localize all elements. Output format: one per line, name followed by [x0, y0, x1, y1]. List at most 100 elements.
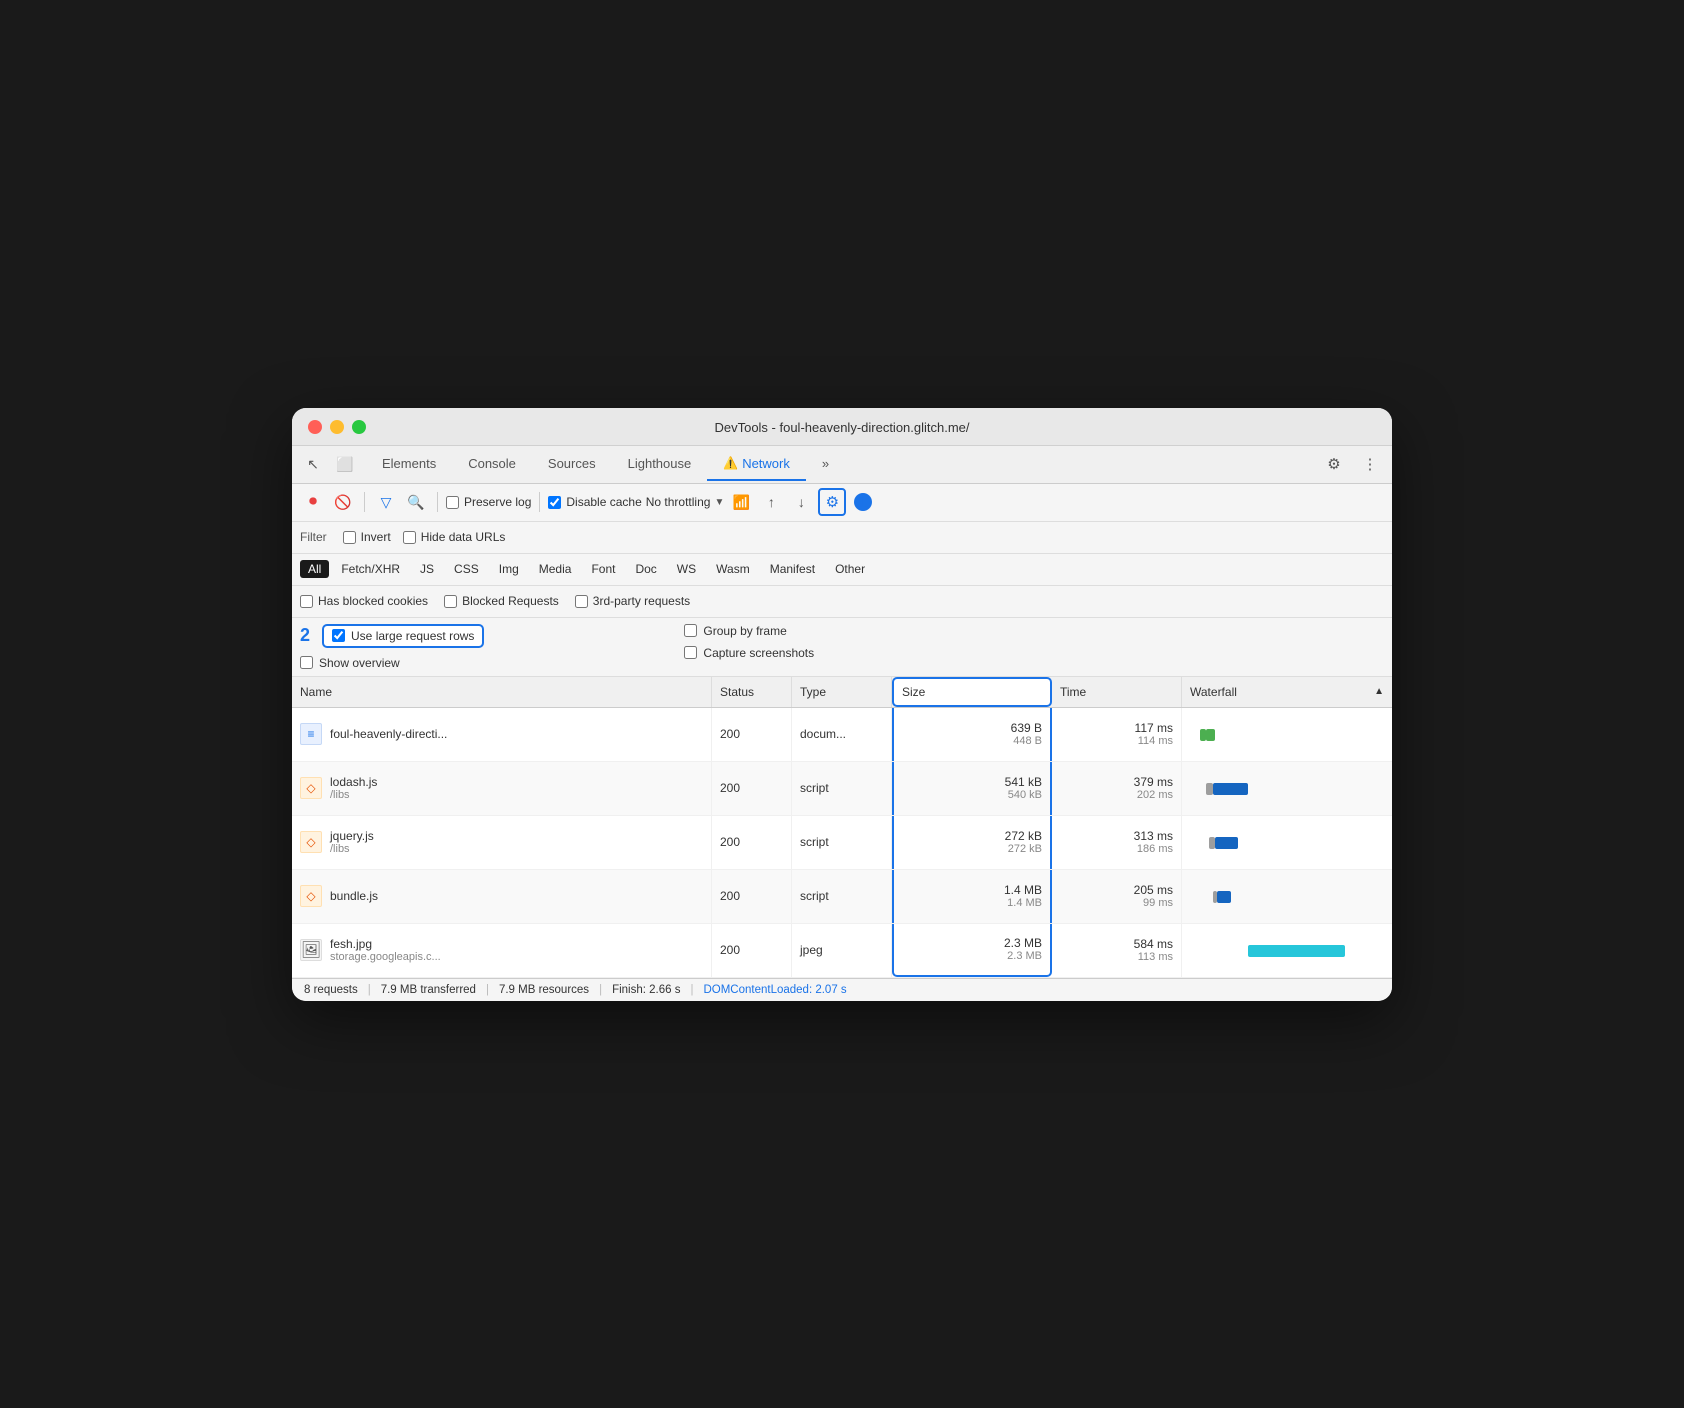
title-bar: DevTools - foul-heavenly-direction.glitc…	[292, 408, 1392, 446]
record-button[interactable]: ⏺	[300, 489, 326, 515]
group-by-frame-checkbox[interactable]	[684, 624, 697, 637]
td-time-3: 205 ms 99 ms	[1052, 870, 1182, 923]
table-row[interactable]: ◇ bundle.js 200 script 1.4 MB 1.4 MB	[292, 870, 1392, 924]
table-row[interactable]: 🖼 fesh.jpg storage.googleapis.c... 200 j…	[292, 924, 1392, 978]
td-status-3: 200	[712, 870, 792, 923]
filter-icon[interactable]: ▽	[373, 489, 399, 515]
upload-icon[interactable]: ↑	[758, 489, 784, 515]
devtools-tabs-bar: ↖ ⬜ Elements Console Sources Lighthouse …	[292, 446, 1392, 484]
inspector-icon[interactable]: ⬜	[332, 451, 358, 477]
td-name-4: 🖼 fesh.jpg storage.googleapis.c...	[292, 924, 712, 977]
td-name-0: ≡ foul-heavenly-directi...	[292, 708, 712, 761]
type-media[interactable]: Media	[531, 560, 580, 578]
tab-console[interactable]: Console	[452, 448, 532, 481]
extra-filters-row: Has blocked cookies Blocked Requests 3rd…	[292, 586, 1392, 618]
script-icon: ◇	[300, 831, 322, 853]
minimize-button[interactable]	[330, 420, 344, 434]
use-large-request-rows-row[interactable]: Use large request rows	[322, 624, 484, 648]
preserve-log-checkbox[interactable]	[446, 496, 459, 509]
dom-content-loaded: DOMContentLoaded: 2.07 s	[703, 984, 846, 996]
td-size-3: 1.4 MB 1.4 MB	[892, 870, 1052, 923]
third-party-checkbox[interactable]	[575, 595, 588, 608]
download-icon[interactable]: ↓	[788, 489, 814, 515]
type-css[interactable]: CSS	[446, 560, 487, 578]
td-size-0: 639 B 448 B	[892, 708, 1052, 761]
invert-checkbox[interactable]	[343, 531, 356, 544]
disable-cache-label[interactable]: Disable cache	[548, 495, 641, 509]
settings-col-right: Group by frame Capture screenshots	[684, 624, 814, 670]
tab-settings-area: ⚙ ⋮	[1320, 450, 1384, 478]
td-type-0: docum...	[792, 708, 892, 761]
blocked-requests-checkbox[interactable]	[444, 595, 457, 608]
type-ws[interactable]: WS	[669, 560, 704, 578]
type-doc[interactable]: Doc	[627, 560, 664, 578]
type-fetch-xhr[interactable]: Fetch/XHR	[333, 560, 408, 578]
td-type-2: script	[792, 816, 892, 869]
tabs-list: Elements Console Sources Lighthouse ⚠️ N…	[366, 448, 1320, 481]
table-row[interactable]: ≡ foul-heavenly-directi... 200 docum... …	[292, 708, 1392, 762]
capture-screenshots-checkbox[interactable]	[684, 646, 697, 659]
group-by-frame-row[interactable]: Group by frame	[684, 624, 814, 638]
requests-count: 8 requests	[304, 984, 358, 996]
network-settings-highlighted[interactable]: ⚙	[818, 488, 846, 516]
invert-label[interactable]: Invert	[343, 530, 391, 544]
third-party-label[interactable]: 3rd-party requests	[575, 594, 690, 608]
table-header: Name Status Type Size Time Waterfall ▲	[292, 677, 1392, 708]
th-size: Size	[892, 677, 1052, 707]
close-button[interactable]	[308, 420, 322, 434]
blocked-requests-label[interactable]: Blocked Requests	[444, 594, 559, 608]
th-type: Type	[792, 677, 892, 707]
td-status-1: 200	[712, 762, 792, 815]
table-row[interactable]: ◇ lodash.js /libs 200 script 541 kB 540 …	[292, 762, 1392, 816]
separator-1	[364, 492, 365, 512]
td-time-1: 379 ms 202 ms	[1052, 762, 1182, 815]
hide-data-urls-label[interactable]: Hide data URLs	[403, 530, 506, 544]
td-time-2: 313 ms 186 ms	[1052, 816, 1182, 869]
type-other[interactable]: Other	[827, 560, 873, 578]
traffic-lights	[308, 420, 366, 434]
disable-cache-checkbox[interactable]	[548, 496, 561, 509]
type-js[interactable]: JS	[412, 560, 442, 578]
td-waterfall-2	[1182, 816, 1392, 869]
stop-icon[interactable]: 🚫	[330, 489, 356, 515]
tab-more[interactable]: »	[806, 448, 845, 481]
settings-icon[interactable]: ⚙	[1320, 450, 1348, 478]
type-img[interactable]: Img	[491, 560, 527, 578]
type-wasm[interactable]: Wasm	[708, 560, 758, 578]
script-icon: ◇	[300, 885, 322, 907]
resources-size: 7.9 MB resources	[499, 984, 589, 996]
hide-data-urls-checkbox[interactable]	[403, 531, 416, 544]
wifi-icon[interactable]: 📶	[728, 489, 754, 515]
has-blocked-cookies-checkbox[interactable]	[300, 595, 313, 608]
preserve-log-label[interactable]: Preserve log	[446, 495, 531, 509]
more-options-icon[interactable]: ⋮	[1356, 450, 1384, 478]
finish-time: Finish: 2.66 s	[612, 984, 680, 996]
show-overview-checkbox[interactable]	[300, 656, 313, 669]
sort-icon[interactable]: ▲	[1374, 686, 1384, 697]
td-type-1: script	[792, 762, 892, 815]
td-status-2: 200	[712, 816, 792, 869]
search-icon[interactable]: 🔍	[403, 489, 429, 515]
tab-sources[interactable]: Sources	[532, 448, 612, 481]
capture-screenshots-row[interactable]: Capture screenshots	[684, 646, 814, 660]
requests-table: Name Status Type Size Time Waterfall ▲ ≡	[292, 677, 1392, 978]
settings-rows: 2 Use large request rows Show overview G…	[292, 618, 1392, 677]
type-manifest[interactable]: Manifest	[762, 560, 823, 578]
cursor-icon[interactable]: ↖	[300, 451, 326, 477]
table-row[interactable]: ◇ jquery.js /libs 200 script 272 kB 272 …	[292, 816, 1392, 870]
tab-elements[interactable]: Elements	[366, 448, 452, 481]
network-toolbar: ⏺ 🚫 ▽ 🔍 Preserve log Disable cache No th…	[292, 484, 1392, 522]
filter-label: Filter	[300, 530, 327, 544]
show-overview-row[interactable]: Show overview	[300, 656, 484, 670]
use-large-request-rows-checkbox[interactable]	[332, 629, 345, 642]
tab-lighthouse[interactable]: Lighthouse	[612, 448, 708, 481]
annotation-badge-1: 1	[854, 493, 872, 511]
has-blocked-cookies-label[interactable]: Has blocked cookies	[300, 594, 428, 608]
tab-network[interactable]: ⚠️ Network	[707, 448, 806, 481]
type-font[interactable]: Font	[583, 560, 623, 578]
type-all[interactable]: All	[300, 560, 329, 578]
td-type-4: jpeg	[792, 924, 892, 977]
throttle-arrow-icon[interactable]: ▼	[714, 497, 724, 508]
th-name: Name	[292, 677, 712, 707]
maximize-button[interactable]	[352, 420, 366, 434]
